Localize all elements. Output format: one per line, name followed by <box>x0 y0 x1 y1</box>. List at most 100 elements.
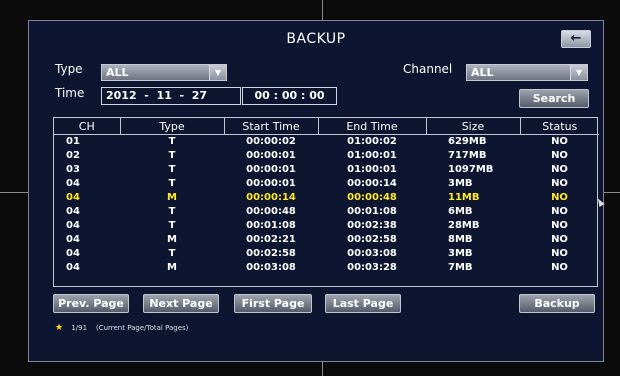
cell-status: NO <box>551 206 568 217</box>
cell-size: 3MB <box>448 178 473 189</box>
chevron-down-icon: ▼ <box>209 65 226 80</box>
cell-start-time: 00:01:08 <box>246 220 296 231</box>
first-page-button[interactable]: First Page <box>234 294 312 313</box>
cell-ch: 04 <box>66 248 80 259</box>
table-row[interactable]: 04 T 00:00:01 00:00:14 3MB NO <box>54 177 599 191</box>
cell-status: NO <box>551 220 568 231</box>
cell-type: M <box>167 234 177 245</box>
cell-ch: 04 <box>66 220 80 231</box>
cell-ch: 02 <box>66 150 80 161</box>
backup-button[interactable]: Backup <box>519 294 595 313</box>
date-year: 2012 <box>106 89 137 102</box>
cell-start-time: 00:02:58 <box>246 248 296 259</box>
cell-type: T <box>168 220 176 231</box>
cell-end-time: 00:01:08 <box>347 206 397 217</box>
cell-status: NO <box>551 164 568 175</box>
header-type: Type <box>120 118 225 135</box>
cell-status: NO <box>551 234 568 245</box>
chevron-down-icon: ▼ <box>570 65 587 80</box>
time-field[interactable]: 00 : 00 : 00 <box>242 87 337 105</box>
table-row[interactable]: 04 M 00:02:21 00:02:58 8MB NO <box>54 233 599 247</box>
next-page-button[interactable]: Next Page <box>143 294 219 313</box>
cell-ch: 04 <box>66 206 80 217</box>
cell-end-time: 00:00:48 <box>347 192 397 203</box>
cell-status: NO <box>551 136 568 147</box>
cell-type: T <box>168 248 176 259</box>
date-field[interactable]: 2012 - 11 - 27 <box>101 87 241 105</box>
header-start-time: Start Time <box>224 118 319 135</box>
last-page-button[interactable]: Last Page <box>325 294 401 313</box>
cell-start-time: 00:02:21 <box>246 234 296 245</box>
cell-end-time: 00:03:08 <box>347 248 397 259</box>
header-size: Size <box>426 118 521 135</box>
table-row[interactable]: 04 M 00:03:08 00:03:28 7MB NO <box>54 261 599 275</box>
table-row[interactable]: 02 T 00:00:01 01:00:01 717MB NO <box>54 149 599 163</box>
cell-size: 28MB <box>448 220 480 231</box>
cell-end-time: 00:03:28 <box>347 262 397 273</box>
time-label: Time <box>55 86 85 100</box>
cell-start-time: 00:00:01 <box>246 150 296 161</box>
header-status: Status <box>520 118 599 135</box>
prev-page-button[interactable]: Prev. Page <box>53 294 129 313</box>
cell-size: 717MB <box>448 150 487 161</box>
type-select[interactable]: ALL ▼ <box>101 64 227 81</box>
date-day: 27 <box>191 89 208 102</box>
page-counter: 1/91 <box>71 324 88 332</box>
cell-size: 6MB <box>448 206 473 217</box>
page-hint: (Current Page/Total Pages) <box>95 324 189 332</box>
cell-end-time: 01:00:02 <box>347 136 397 147</box>
cell-size: 1097MB <box>448 164 494 175</box>
cell-start-time: 00:00:01 <box>246 164 296 175</box>
cell-type: T <box>168 136 176 147</box>
page-indicator: ★ 1/91 (Current Page/Total Pages) <box>55 323 188 333</box>
cell-type: M <box>167 192 177 203</box>
cell-start-time: 00:03:08 <box>246 262 296 273</box>
cell-type: T <box>168 206 176 217</box>
cell-end-time: 01:00:01 <box>347 150 397 161</box>
cell-type: T <box>168 164 176 175</box>
cell-start-time: 00:00:14 <box>246 192 296 203</box>
cell-ch: 01 <box>66 136 80 147</box>
cell-ch: 04 <box>66 192 80 203</box>
cell-ch: 04 <box>66 262 80 273</box>
table-row[interactable]: 04 T 00:02:58 00:03:08 3MB NO <box>54 247 599 261</box>
star-icon: ★ <box>55 323 64 333</box>
cell-status: NO <box>551 150 568 161</box>
cell-ch: 04 <box>66 178 80 189</box>
back-arrow-icon[interactable]: ← <box>561 30 591 48</box>
cell-status: NO <box>551 192 568 203</box>
channel-select[interactable]: ALL ▼ <box>466 64 588 81</box>
cell-type: T <box>168 178 176 189</box>
cell-ch: 04 <box>66 234 80 245</box>
table-row[interactable]: 01 T 00:00:02 01:00:02 629MB NO <box>54 135 599 150</box>
cell-ch: 03 <box>66 164 80 175</box>
cell-end-time: 01:00:01 <box>347 164 397 175</box>
dialog-title: BACKUP <box>286 31 346 47</box>
cell-size: 629MB <box>448 136 487 147</box>
channel-select-value: ALL <box>471 66 494 79</box>
cell-status: NO <box>551 178 568 189</box>
cell-start-time: 00:00:48 <box>246 206 296 217</box>
cell-status: NO <box>551 262 568 273</box>
cell-end-time: 00:02:58 <box>347 234 397 245</box>
cell-size: 3MB <box>448 248 473 259</box>
cell-size: 11MB <box>448 192 480 203</box>
cell-type: M <box>167 262 177 273</box>
cell-type: T <box>168 150 176 161</box>
backup-dialog: BACKUP ← Type ALL ▼ Channel ALL ▼ Time 2… <box>28 20 604 362</box>
table-header-row: CH Type Start Time End Time Size Status <box>54 118 599 135</box>
table-row[interactable]: 04 M 00:00:14 00:00:48 11MB NO <box>54 191 599 205</box>
cell-start-time: 00:00:02 <box>246 136 296 147</box>
table-row[interactable]: 03 T 00:00:01 01:00:01 1097MB NO <box>54 163 599 177</box>
cell-end-time: 00:02:38 <box>347 220 397 231</box>
cell-size: 8MB <box>448 234 473 245</box>
cell-start-time: 00:00:01 <box>246 178 296 189</box>
cell-end-time: 00:00:14 <box>347 178 397 189</box>
cell-status: NO <box>551 248 568 259</box>
search-button[interactable]: Search <box>519 89 589 108</box>
channel-label: Channel <box>403 62 453 76</box>
table-row[interactable]: 04 T 00:00:48 00:01:08 6MB NO <box>54 205 599 219</box>
type-label: Type <box>55 62 83 76</box>
header-end-time: End Time <box>318 118 427 135</box>
table-row[interactable]: 04 T 00:01:08 00:02:38 28MB NO <box>54 219 599 233</box>
